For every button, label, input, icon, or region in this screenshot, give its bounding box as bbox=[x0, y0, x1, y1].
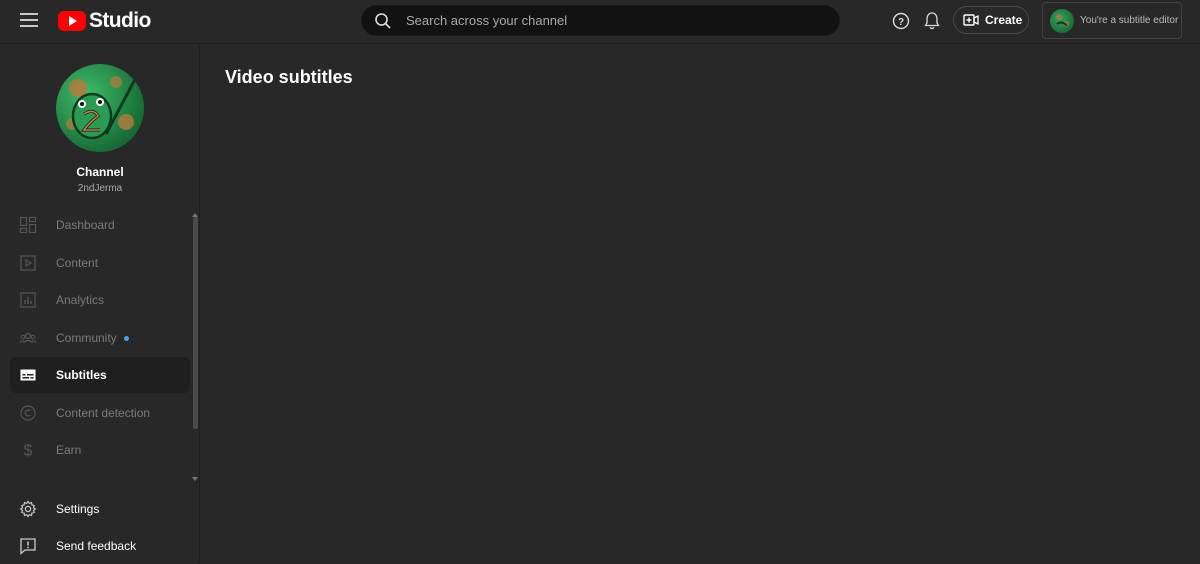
search-bar[interactable] bbox=[361, 5, 840, 36]
sidebar-item-analytics[interactable]: Analytics bbox=[10, 282, 190, 318]
dollar-icon: $ bbox=[24, 443, 33, 460]
sidebar-item-settings[interactable]: Settings bbox=[10, 491, 190, 527]
logo-text: Studio bbox=[89, 9, 151, 32]
sidebar-item-label: Content detection bbox=[56, 406, 151, 420]
sidebar: Channel 2ndJerma Dashboard Content Analy… bbox=[0, 45, 200, 563]
search-icon bbox=[375, 12, 391, 29]
sidebar-item-label: Dashboard bbox=[56, 218, 115, 232]
menu-icon[interactable] bbox=[20, 13, 38, 27]
help-icon[interactable]: ? bbox=[892, 12, 910, 30]
account-switcher[interactable]: You're a subtitle editor bbox=[1042, 2, 1182, 39]
sidebar-item-content-detection[interactable]: Content detection bbox=[10, 395, 190, 431]
scroll-down-arrow-icon[interactable] bbox=[192, 477, 198, 481]
main-content: Video subtitles bbox=[201, 45, 1200, 563]
sidebar-item-label: Content bbox=[56, 256, 99, 270]
sidebar-item-community[interactable]: Community bbox=[10, 320, 190, 356]
sidebar-item-label: Earn bbox=[56, 443, 82, 457]
search-input[interactable] bbox=[406, 13, 806, 28]
analytics-icon bbox=[20, 292, 36, 308]
sidebar-item-label: Send feedback bbox=[56, 539, 137, 553]
youtube-logo-icon bbox=[58, 11, 86, 31]
studio-logo[interactable]: Studio bbox=[58, 9, 151, 33]
sidebar-item-subtitles[interactable]: Subtitles bbox=[10, 357, 190, 393]
sidebar-item-label: Subtitles bbox=[56, 368, 107, 382]
subtitles-icon bbox=[20, 369, 36, 381]
copyright-icon bbox=[20, 405, 36, 421]
community-icon bbox=[19, 332, 37, 344]
channel-handle: 2ndJerma bbox=[77, 183, 123, 194]
sidebar-item-earn[interactable]: $ Earn bbox=[10, 432, 190, 468]
sidebar-item-dashboard[interactable]: Dashboard bbox=[10, 207, 190, 243]
sidebar-item-label: Analytics bbox=[56, 293, 105, 307]
feedback-icon bbox=[20, 538, 36, 555]
avatar bbox=[1050, 8, 1074, 33]
notifications-bell-icon[interactable] bbox=[923, 11, 941, 31]
notification-dot bbox=[123, 335, 129, 341]
content-icon bbox=[20, 255, 36, 271]
sidebar-item-content[interactable]: Content bbox=[10, 245, 190, 281]
sidebar-scrollbar[interactable] bbox=[192, 213, 198, 482]
channel-avatar[interactable] bbox=[56, 64, 144, 152]
create-video-icon bbox=[963, 14, 979, 26]
sidebar-item-label: Settings bbox=[56, 502, 100, 516]
top-bar: Studio ? Create You're a subtitle editor bbox=[0, 0, 1200, 44]
sidebar-item-label: Community bbox=[56, 331, 117, 345]
gear-icon bbox=[19, 500, 37, 518]
svg-text:$: $ bbox=[24, 443, 33, 460]
svg-text:?: ? bbox=[898, 17, 904, 28]
dashboard-icon bbox=[19, 216, 37, 234]
page-title: Video subtitles bbox=[225, 67, 353, 87]
editor-role-label: You're a subtitle editor bbox=[1080, 15, 1179, 26]
sidebar-item-send-feedback[interactable]: Send feedback bbox=[10, 528, 190, 564]
channel-title: Channel bbox=[76, 165, 124, 179]
create-label: Create bbox=[985, 13, 1023, 27]
create-button[interactable]: Create bbox=[953, 6, 1029, 34]
scroll-thumb[interactable] bbox=[193, 217, 198, 429]
